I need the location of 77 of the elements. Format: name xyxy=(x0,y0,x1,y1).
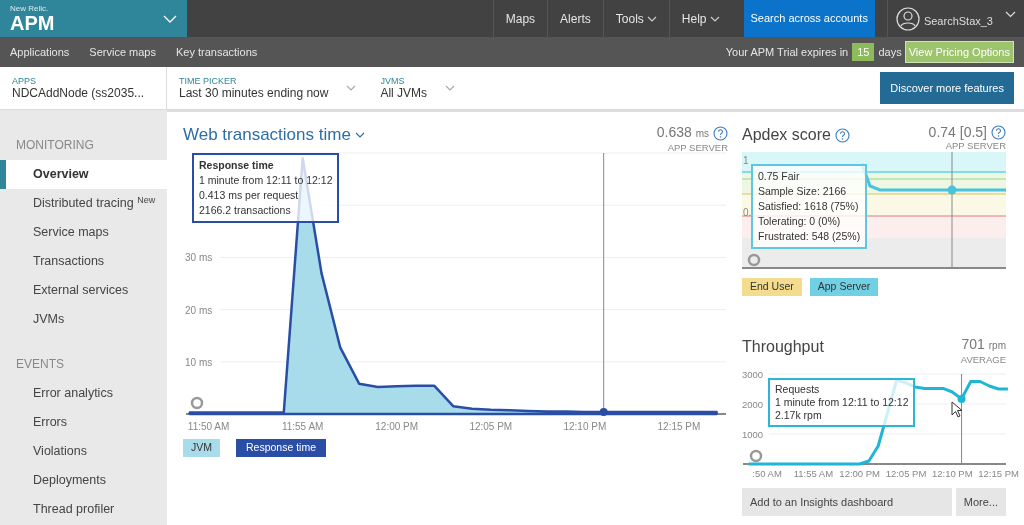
user-name: SearchStax_3 xyxy=(923,14,993,30)
sidebar-item[interactable]: Violations xyxy=(0,437,167,466)
sidebar-item[interactable]: External services xyxy=(0,276,167,305)
axis-label: 12:00 PM xyxy=(839,467,880,479)
ring-icon xyxy=(190,396,204,410)
app-switcher[interactable]: New Relic. APM xyxy=(0,0,187,37)
axis-label: 12:00 PM xyxy=(375,421,419,432)
axis-label: 12:05 PM xyxy=(885,467,927,479)
tooltip: Requests 1 minute from 12:11 to 12:12 2.17k rpm xyxy=(768,377,916,427)
user-avatar-icon xyxy=(895,6,920,31)
sidebar-item[interactable]: Overview xyxy=(0,160,167,189)
help-icon[interactable] xyxy=(713,125,728,141)
tooltip: 0.75 Fair Sample Size: 2166 Satisfied: 1618 (75%) Tolerating: 0 (0%) Frustrated: 548 (25%) xyxy=(751,164,868,249)
metric-caption: AVERAGE xyxy=(960,353,1006,365)
chevron-down-icon xyxy=(354,132,365,138)
sidebar-item[interactable]: Errors xyxy=(0,408,167,437)
tooltip: Response time 1 minute from 12:11 to 12:12 0.413 ms per request 2166.2 transactions xyxy=(192,153,340,223)
nav-link[interactable]: Key transactions xyxy=(175,43,258,61)
metric-value: 0.638 ms xyxy=(656,124,709,142)
help-icon[interactable] xyxy=(834,127,850,143)
axis-label: 0. xyxy=(743,207,752,218)
picker-dropdown[interactable]: JVMS All JVMs xyxy=(368,70,468,106)
chart-title: Apdex score xyxy=(742,125,831,145)
chevron-down-icon xyxy=(1005,11,1016,18)
axis-label: 12:10 PM xyxy=(931,467,973,479)
sidebar-item[interactable]: Distributed tracing $^{New}$ xyxy=(0,189,167,218)
chart-title[interactable]: Web transactions time xyxy=(183,124,351,146)
product-logo: APM xyxy=(10,12,55,34)
chevron-down-icon xyxy=(163,14,177,23)
brand-caption: New Relic. xyxy=(10,3,50,13)
nav-link[interactable]: Applications xyxy=(10,43,70,61)
axis-label: 1 xyxy=(743,155,749,166)
help-icon[interactable] xyxy=(991,124,1006,140)
axis-label: 12:05 PM xyxy=(469,421,513,432)
axis-label: 20 ms xyxy=(185,304,213,316)
sidebar-item[interactable]: JVMs xyxy=(0,305,167,334)
mouse-pointer-icon xyxy=(951,400,963,419)
axis-label: 12:10 PM xyxy=(563,421,607,432)
trial-notice-suffix: days xyxy=(878,44,902,60)
metric-caption: APP SERVER xyxy=(944,140,1006,151)
sidebar-item[interactable]: Service maps xyxy=(0,218,167,247)
sidebar-item[interactable]: Thread profiler xyxy=(0,495,167,524)
picker-dropdown[interactable]: APPS NDCAddNode (ss2035... xyxy=(0,66,167,110)
axis-label: 3000 xyxy=(742,368,764,380)
sidebar-item[interactable]: Transactions xyxy=(0,247,167,276)
section-heading: MONITORING xyxy=(15,137,95,154)
search-accounts-button[interactable]: Search across accounts xyxy=(743,0,875,37)
legend-item[interactable]: App Server xyxy=(809,278,879,296)
axis-label: 12:15 PM xyxy=(657,421,701,432)
section-heading: EVENTS xyxy=(15,356,65,373)
axis-label: 11:55 AM xyxy=(281,421,324,432)
axis-label: 11:55 AM xyxy=(793,467,834,479)
action-button[interactable]: Add to an Insights dashboard xyxy=(742,487,952,517)
metric-caption: APP SERVER xyxy=(666,142,728,153)
sidebar-item[interactable]: Error analytics xyxy=(0,379,167,408)
metric-value: 701 rpm xyxy=(961,335,1006,354)
legend-item[interactable]: End User xyxy=(742,278,802,296)
legend-item[interactable]: Response time xyxy=(236,439,327,457)
nav-link[interactable]: Service maps xyxy=(89,43,156,61)
days-count-badge: 15 xyxy=(852,42,875,62)
chart-title: Throughput xyxy=(742,336,824,357)
discover-features-button[interactable]: Discover more features xyxy=(880,71,1014,105)
axis-label: 10 ms xyxy=(185,356,213,368)
axis-label: :50 AM xyxy=(752,467,782,479)
metric-value: 0.74 [0.5] xyxy=(928,124,987,140)
axis-label: 12:15 PM xyxy=(978,467,1019,479)
ring-icon xyxy=(749,449,763,462)
legend-item[interactable]: JVM xyxy=(183,439,220,457)
trial-notice: Your APM Trial expires in xyxy=(725,44,849,60)
picker-dropdown[interactable]: TIME PICKER Last 30 minutes ending now xyxy=(167,70,369,106)
axis-label: 2000 xyxy=(742,398,764,410)
ring-icon xyxy=(747,253,761,267)
axis-label: 30 ms xyxy=(185,252,213,264)
action-button[interactable]: More... xyxy=(955,487,1006,517)
axis-label: 11:50 AM xyxy=(187,421,230,432)
axis-label: 1000 xyxy=(742,428,764,440)
sidebar-item[interactable]: Deployments xyxy=(0,466,167,495)
